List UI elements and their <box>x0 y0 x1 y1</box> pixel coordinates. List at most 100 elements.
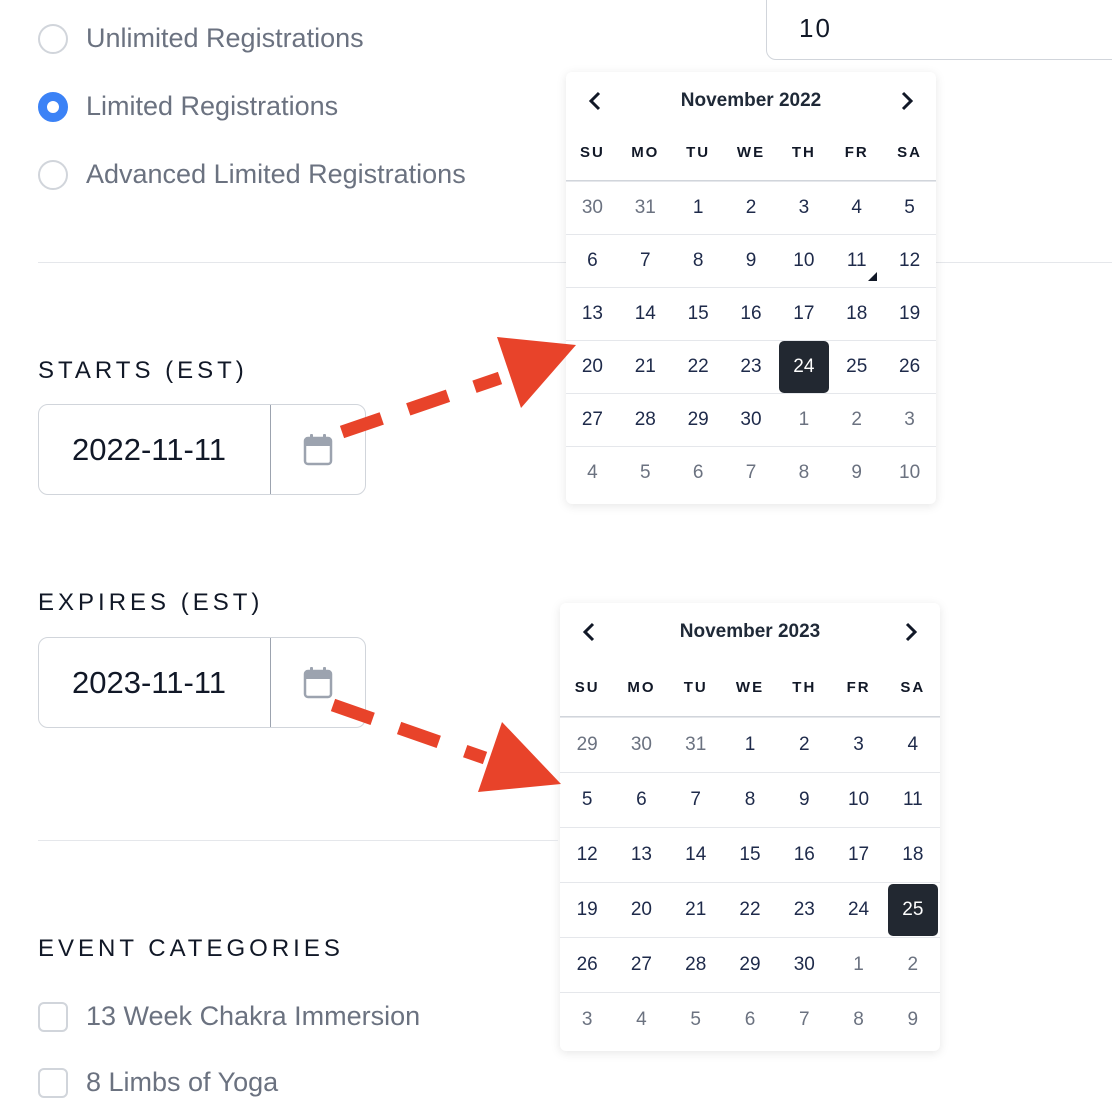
calendar-day[interactable]: 20 <box>566 340 619 393</box>
calendar-day[interactable]: 23 <box>724 340 778 393</box>
calendar-day[interactable]: 22 <box>671 340 725 393</box>
calendar-day[interactable]: 2 <box>777 717 832 772</box>
calendar-day[interactable]: 29 <box>671 393 725 446</box>
calendar-day[interactable]: 10 <box>777 234 831 287</box>
calendar-day[interactable]: 22 <box>722 882 778 937</box>
next-month-button[interactable] <box>896 617 926 647</box>
calendar-day[interactable]: 30 <box>724 393 778 446</box>
calendar-day[interactable]: 6 <box>671 446 725 499</box>
calendar-day[interactable]: 8 <box>777 446 831 499</box>
calendar-day[interactable]: 18 <box>830 287 884 340</box>
calendar-day[interactable]: 10 <box>831 772 886 827</box>
calendar-day[interactable]: 11 <box>830 234 884 287</box>
category-checkbox[interactable] <box>38 1001 68 1032</box>
calendar-day[interactable]: 27 <box>614 937 669 992</box>
calendar-day[interactable]: 7 <box>618 234 672 287</box>
calendar-day[interactable]: 25 <box>830 340 884 393</box>
calendar-day[interactable]: 4 <box>566 446 619 499</box>
calendar-day[interactable]: 29 <box>560 717 615 772</box>
calendar-day[interactable]: 7 <box>668 772 723 827</box>
calendar-day[interactable]: 12 <box>883 234 936 287</box>
calendar-day[interactable]: 9 <box>885 992 940 1047</box>
calendar-day[interactable]: 23 <box>777 882 832 937</box>
calendar-day[interactable]: 4 <box>885 717 940 772</box>
expires-calendar-button[interactable] <box>271 638 365 727</box>
calendar-day[interactable]: 4 <box>614 992 669 1047</box>
calendar-day[interactable]: 1 <box>831 937 886 992</box>
calendar-day[interactable]: 1 <box>671 181 725 234</box>
calendar-day[interactable]: 9 <box>830 446 884 499</box>
calendar-day[interactable]: 5 <box>668 992 723 1047</box>
starts-calendar-button[interactable] <box>271 405 365 494</box>
calendar-day[interactable]: 6 <box>722 992 778 1047</box>
calendar-day[interactable]: 2 <box>724 181 778 234</box>
expires-date-input[interactable]: 2023-11-11 <box>39 638 271 727</box>
calendar-day[interactable]: 1 <box>777 393 831 446</box>
registration-limit-input[interactable]: 10 <box>766 0 1112 60</box>
calendar-day[interactable]: 12 <box>560 827 615 882</box>
calendar-day[interactable]: 21 <box>668 882 723 937</box>
calendar-day[interactable]: 30 <box>614 717 669 772</box>
calendar-day[interactable]: 16 <box>777 827 832 882</box>
calendar-day[interactable]: 17 <box>777 287 831 340</box>
calendar-day[interactable]: 9 <box>777 772 832 827</box>
radio-advanced-limited-registrations[interactable]: Advanced Limited Registrations <box>38 159 466 190</box>
calendar-day[interactable]: 26 <box>883 340 936 393</box>
calendar-day[interactable]: 8 <box>671 234 725 287</box>
calendar-day[interactable]: 18 <box>885 827 940 882</box>
calendar-day[interactable]: 3 <box>560 992 615 1047</box>
calendar-day[interactable]: 15 <box>722 827 778 882</box>
calendar-day[interactable]: 24 <box>831 882 886 937</box>
calendar-day[interactable]: 21 <box>618 340 672 393</box>
calendar-day[interactable]: 9 <box>724 234 778 287</box>
radio-unlimited-registrations[interactable]: Unlimited Registrations <box>38 23 364 54</box>
calendar-day[interactable]: 13 <box>614 827 669 882</box>
calendar-day[interactable]: 28 <box>668 937 723 992</box>
calendar-day[interactable]: 19 <box>560 882 615 937</box>
calendar-day[interactable]: 20 <box>614 882 669 937</box>
calendar-day[interactable]: 5 <box>883 181 936 234</box>
calendar-day[interactable]: 3 <box>883 393 936 446</box>
calendar-day[interactable]: 17 <box>831 827 886 882</box>
calendar-day[interactable]: 30 <box>566 181 619 234</box>
calendar-day[interactable]: 11 <box>885 772 940 827</box>
calendar-day[interactable]: 10 <box>883 446 936 499</box>
calendar-day[interactable]: 14 <box>668 827 723 882</box>
calendar-day[interactable]: 19 <box>883 287 936 340</box>
calendar-day[interactable]: 30 <box>777 937 832 992</box>
calendar-day[interactable]: 16 <box>724 287 778 340</box>
category-checkbox-row[interactable]: 13 Week Chakra Immersion <box>38 1001 420 1032</box>
calendar-day[interactable]: 4 <box>830 181 884 234</box>
calendar-day[interactable]: 14 <box>618 287 672 340</box>
calendar-day[interactable]: 31 <box>668 717 723 772</box>
radio-limited-registrations[interactable]: Limited Registrations <box>38 91 338 122</box>
calendar-day[interactable]: 8 <box>722 772 778 827</box>
calendar-day[interactable]: 7 <box>777 992 832 1047</box>
radio-button[interactable] <box>38 159 68 190</box>
prev-month-button[interactable] <box>574 617 604 647</box>
category-checkbox-row[interactable]: 8 Limbs of Yoga <box>38 1067 278 1098</box>
calendar-day[interactable]: 13 <box>566 287 619 340</box>
calendar-day[interactable]: 5 <box>618 446 672 499</box>
calendar-day[interactable]: 3 <box>831 717 886 772</box>
calendar-day[interactable]: 27 <box>566 393 619 446</box>
calendar-day[interactable]: 29 <box>722 937 778 992</box>
calendar-day[interactable]: 2 <box>885 937 940 992</box>
calendar-day[interactable]: 1 <box>722 717 778 772</box>
calendar-day[interactable]: 6 <box>614 772 669 827</box>
calendar-day-selected[interactable]: 25 <box>885 882 940 937</box>
calendar-day[interactable]: 7 <box>724 446 778 499</box>
calendar-day[interactable]: 15 <box>671 287 725 340</box>
calendar-day[interactable]: 3 <box>777 181 831 234</box>
calendar-day-selected[interactable]: 24 <box>777 340 831 393</box>
category-checkbox[interactable] <box>38 1067 68 1098</box>
calendar-day[interactable]: 2 <box>830 393 884 446</box>
calendar-day[interactable]: 31 <box>618 181 672 234</box>
calendar-day[interactable]: 26 <box>560 937 615 992</box>
radio-button[interactable] <box>38 23 68 54</box>
calendar-day[interactable]: 5 <box>560 772 615 827</box>
calendar-day[interactable]: 28 <box>618 393 672 446</box>
calendar-day[interactable]: 6 <box>566 234 619 287</box>
radio-button[interactable] <box>38 91 68 122</box>
next-month-button[interactable] <box>892 86 922 116</box>
